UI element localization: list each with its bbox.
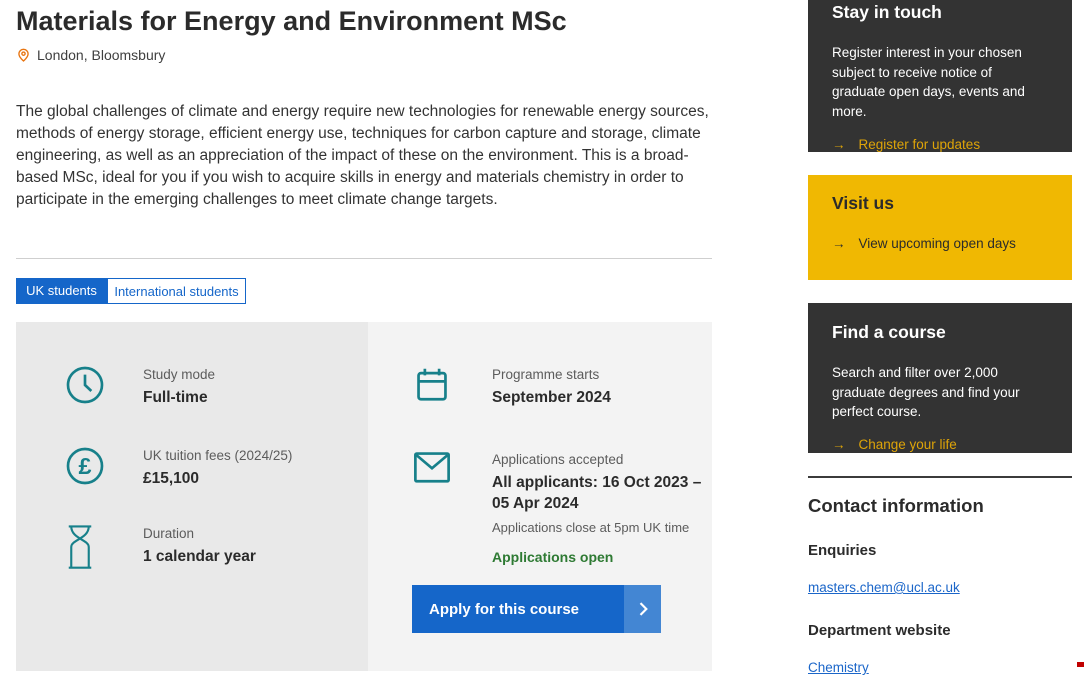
page-title: Materials for Energy and Environment MSc [16,6,567,37]
applications-close-note: Applications close at 5pm UK time [492,520,712,535]
department-website-label: Department website [808,622,1072,639]
duration-value: 1 calendar year [143,546,256,567]
hourglass-icon [65,524,105,575]
find-a-course-body: Search and filter over 2,000 graduate de… [832,363,1048,422]
key-information-panel: Study mode Full-time £ UK tuition fees (… [16,322,712,671]
key-info-left-column: Study mode Full-time £ UK tuition fees (… [16,322,368,671]
programme-starts-value: September 2024 [492,387,611,408]
applications-accepted-item: Applications accepted All applicants: 16… [413,450,712,565]
register-for-updates-label: Register for updates [859,137,981,152]
study-mode-value: Full-time [143,387,215,408]
study-mode-label: Study mode [143,367,215,382]
contact-information-section: Contact information Enquiries masters.ch… [808,495,1072,677]
tuition-fees-label: UK tuition fees (2024/25) [143,448,292,463]
tab-uk-students[interactable]: UK students [16,278,107,304]
pound-icon: £ [65,446,105,491]
duration-item: Duration 1 calendar year [65,524,368,575]
clock-icon [65,365,105,410]
department-website-link[interactable]: Chemistry [808,660,869,675]
course-intro: The global challenges of climate and ene… [16,101,712,211]
location-text: London, Bloomsbury [37,47,165,63]
stay-in-touch-body: Register interest in your chosen subject… [832,43,1048,121]
visit-us-heading: Visit us [832,193,1048,214]
change-your-life-link[interactable]: → Change your life [832,437,1048,452]
find-a-course-box: Find a course Search and filter over 2,0… [808,303,1072,453]
find-a-course-heading: Find a course [832,322,1048,343]
change-your-life-label: Change your life [859,437,957,452]
duration-label: Duration [143,526,256,541]
enquiries-label: Enquiries [808,542,1072,559]
applications-accepted-label: Applications accepted [492,452,712,467]
programme-starts-item: Programme starts September 2024 [413,365,712,410]
apply-button-label: Apply for this course [412,601,624,618]
arrow-right-icon: → [832,437,846,452]
tuition-fees-value: £15,100 [143,468,292,489]
envelope-icon [413,450,451,565]
register-for-updates-link[interactable]: → Register for updates [832,137,1048,152]
study-mode-item: Study mode Full-time [65,365,368,410]
calendar-icon [413,365,451,410]
location-row: London, Bloomsbury [16,47,165,63]
chevron-right-icon [624,585,661,633]
tab-international-students[interactable]: International students [107,278,246,304]
cursor-artifact [1077,662,1084,667]
stay-in-touch-heading: Stay in touch [832,2,1048,23]
sidebar-divider [808,476,1072,478]
fee-tabs: UK students International students [16,278,246,304]
applications-accepted-value: All applicants: 16 Oct 2023 – 05 Apr 202… [492,472,712,514]
contact-information-heading: Contact information [808,495,1072,517]
stay-in-touch-box: Stay in touch Register interest in your … [808,0,1072,152]
view-open-days-link[interactable]: → View upcoming open days [832,236,1048,251]
programme-starts-label: Programme starts [492,367,611,382]
view-open-days-label: View upcoming open days [859,236,1016,251]
visit-us-box: Visit us → View upcoming open days [808,175,1072,280]
enquiries-email-link[interactable]: masters.chem@ucl.ac.uk [808,580,960,595]
apply-button[interactable]: Apply for this course [412,585,661,633]
content-divider [16,258,712,259]
tuition-fees-item: £ UK tuition fees (2024/25) £15,100 [65,446,368,491]
arrow-right-icon: → [832,137,846,152]
location-pin-icon [16,47,31,63]
applications-status: Applications open [492,549,712,565]
sidebar: Stay in touch Register interest in your … [808,0,1072,677]
arrow-right-icon: → [832,236,846,251]
svg-text:£: £ [79,453,92,479]
key-info-right-column: Programme starts September 2024 Applicat… [368,322,712,671]
